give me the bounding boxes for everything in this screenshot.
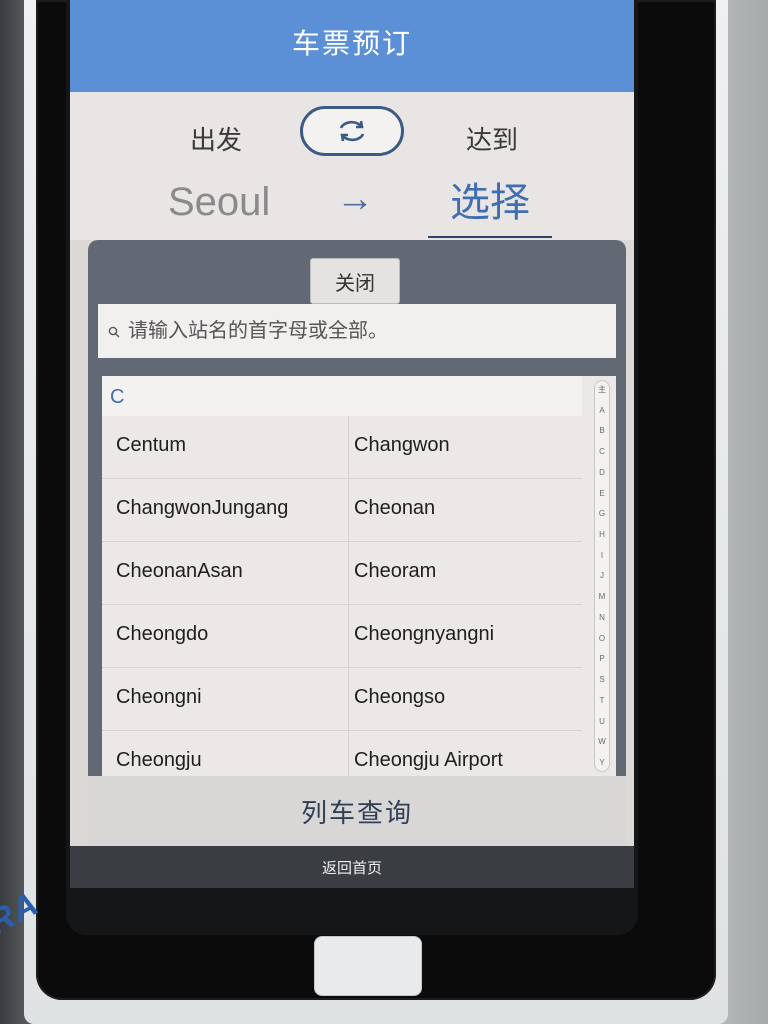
alphabet-index-scroller[interactable]: 主 A B C D E G H I J M N O P S T U W Y [594,380,610,772]
station-item[interactable]: Centum [116,434,346,457]
station-item[interactable]: Cheongju [116,749,346,772]
station-rows: Centum Changwon ChangwonJungang Cheonan Cheo… [102,416,582,776]
station-item[interactable]: Cheoram [354,560,580,583]
station-row: CheonanAsan Cheoram [102,542,582,605]
alpha-index-letter[interactable]: S [599,675,604,684]
right-arrow-icon: → [336,178,374,220]
search-box[interactable] [98,304,616,358]
alpha-index-letter[interactable]: O [599,634,605,643]
station-item[interactable]: Cheongju Airport [354,749,580,772]
alpha-index-letter[interactable]: M [599,592,606,601]
station-picker-panel: 关闭 C Centum Changwon ChangwonJungang Cheona… [88,240,626,846]
station-item[interactable]: Cheongdo [116,623,346,646]
origin-station[interactable]: Seoul [168,180,270,225]
station-item[interactable]: Cheongso [354,686,580,709]
swap-stations-button[interactable] [300,106,404,156]
alpha-index-letter[interactable]: E [599,489,604,498]
alpha-index-letter[interactable]: 主 [598,385,606,394]
alpha-index-letter[interactable]: H [599,530,605,539]
alpha-index-letter[interactable]: B [599,426,604,435]
page-title: 车票预订 [291,28,412,59]
alpha-index-letter[interactable]: C [599,447,605,456]
destination-select[interactable]: 选择 [428,170,552,238]
station-item[interactable]: Changwon [354,434,580,457]
train-query-button[interactable]: 列车查询 [88,776,626,846]
depart-label: 出发 [190,125,243,155]
station-item[interactable]: Cheongnyangni [354,623,580,646]
alpha-index-letter[interactable]: J [600,571,604,580]
alpha-index-letter[interactable]: G [599,509,605,518]
alpha-index-letter[interactable]: I [601,551,603,560]
station-row: Centum Changwon [102,416,582,479]
arrive-label: 达到 [466,125,519,155]
search-icon [108,325,120,338]
station-list: C Centum Changwon ChangwonJungang Cheonan Ch… [102,376,616,776]
alpha-index-letter[interactable]: N [599,613,605,622]
station-item[interactable]: Cheongni [116,686,346,709]
station-row: Cheongju Cheongju Airport [102,731,582,776]
swap-arrows-icon [339,120,365,142]
header: 车票预订 [70,0,634,92]
station-row: Cheongni Cheongso [102,668,582,731]
alpha-index-letter[interactable]: Y [599,758,604,767]
station-row: Cheongdo Cheongnyangni [102,605,582,668]
station-item[interactable]: Cheonan [354,497,580,520]
alpha-index-letter[interactable]: P [599,654,604,663]
alpha-index-letter[interactable]: T [600,696,605,705]
touch-screen: 车票预订 出发 达到 Seoul → 选择 关闭 C CentumCha [70,0,634,888]
station-search-input[interactable] [126,318,610,344]
hardware-home-button[interactable] [314,936,422,996]
section-letter-header: C [102,376,582,416]
alpha-index-letter[interactable]: U [599,717,605,726]
alpha-index-letter[interactable]: A [599,406,604,415]
return-home-button[interactable]: 返回首页 [70,846,634,888]
alpha-index-letter[interactable]: W [598,737,606,746]
station-row: ChangwonJungang Cheonan [102,479,582,542]
station-item[interactable]: CheonanAsan [116,560,346,583]
alpha-index-letter[interactable]: D [599,468,605,477]
station-item[interactable]: ChangwonJungang [116,497,346,520]
route-selector: 出发 达到 Seoul → 选择 [70,92,634,240]
close-button[interactable]: 关闭 [310,258,400,304]
